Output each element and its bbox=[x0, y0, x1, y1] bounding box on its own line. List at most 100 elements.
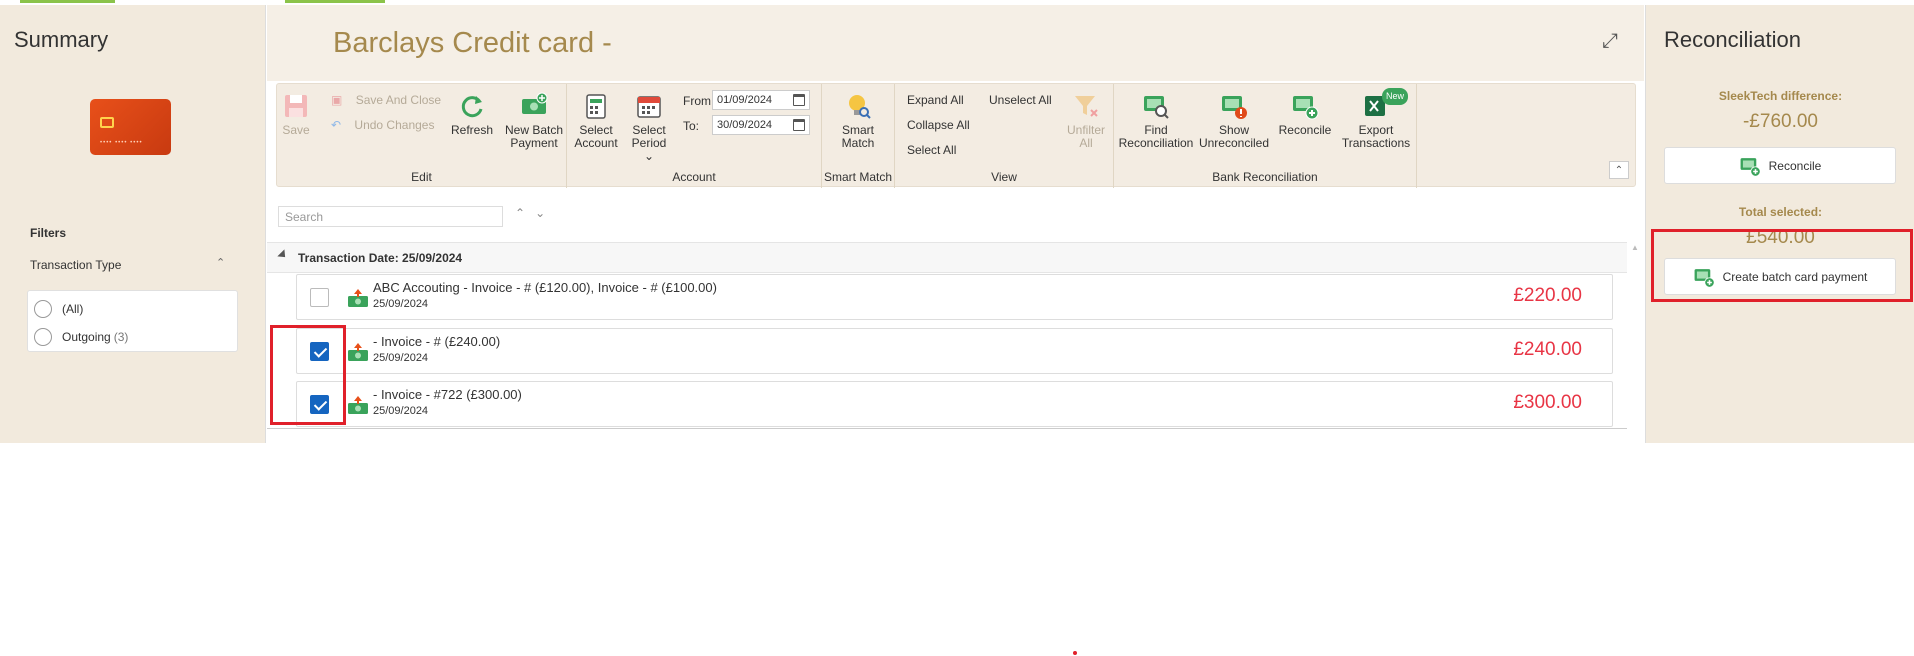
transaction-row[interactable]: - Invoice - # (£240.00) 25/09/2024 £240.… bbox=[296, 328, 1613, 374]
transaction-description: ABC Accouting - Invoice - # (£120.00), I… bbox=[373, 280, 717, 295]
refresh-icon bbox=[461, 96, 483, 118]
transaction-date: 25/09/2024 bbox=[373, 298, 429, 310]
transaction-checkbox[interactable] bbox=[310, 342, 329, 361]
to-date-input[interactable]: 30/09/2024 bbox=[712, 115, 810, 135]
transaction-type-label[interactable]: Transaction Type bbox=[30, 258, 121, 272]
unselect-all-button[interactable]: Unselect All bbox=[989, 93, 1052, 107]
reconciliation-panel: Reconciliation SleekTech difference: -£7… bbox=[1645, 5, 1914, 443]
search-input[interactable]: Search bbox=[278, 206, 503, 227]
reconcile-button[interactable]: Reconcile bbox=[1664, 147, 1896, 184]
ribbon-group-account: Select Account Select Period ⌄ From: 01/… bbox=[567, 84, 822, 188]
filter-option-label: (All) bbox=[62, 302, 84, 316]
radio-outgoing[interactable] bbox=[34, 328, 52, 346]
transaction-description: - Invoice - # (£240.00) bbox=[373, 334, 501, 349]
filter-option-count: (3) bbox=[113, 330, 129, 344]
new-batch-payment-button[interactable]: New Batch Payment bbox=[503, 92, 565, 150]
refresh-button[interactable]: Refresh bbox=[450, 92, 494, 137]
find-reconciliation-button[interactable]: Find Reconciliation bbox=[1118, 92, 1194, 150]
calendar-icon bbox=[637, 96, 661, 118]
chevron-down-icon[interactable]: ⌄ bbox=[535, 206, 555, 220]
transaction-checkbox[interactable] bbox=[310, 288, 329, 307]
transaction-amount: £300.00 bbox=[1513, 392, 1582, 413]
total-selected-value: £540.00 bbox=[1746, 227, 1815, 248]
batch-payment-icon bbox=[522, 92, 548, 114]
total-selected-label: Total selected: bbox=[1738, 205, 1823, 219]
radio-all[interactable] bbox=[34, 300, 52, 318]
transaction-row[interactable]: - Invoice - #722 (£300.00) 25/09/2024 £3… bbox=[296, 381, 1613, 427]
collapse-ribbon-button[interactable]: ⌃ bbox=[1609, 161, 1629, 179]
chevron-down-icon: ⌄ bbox=[643, 149, 655, 163]
summary-title: Summary bbox=[14, 27, 109, 52]
chevron-up-icon[interactable]: ⌃ bbox=[216, 256, 225, 269]
difference-label: SleekTech difference: bbox=[1718, 89, 1843, 103]
collapse-triangle-icon[interactable] bbox=[277, 249, 289, 261]
ribbon-group-label: Edit bbox=[411, 170, 432, 184]
transaction-row[interactable]: ABC Accouting - Invoice - # (£120.00), I… bbox=[296, 274, 1613, 320]
card-number: •••• •••• •••• bbox=[100, 140, 143, 146]
save-button[interactable]: Save bbox=[281, 92, 311, 137]
new-badge: New bbox=[1382, 88, 1409, 105]
reconcile-ribbon-button[interactable]: Reconcile bbox=[1273, 92, 1337, 137]
lightbulb-icon bbox=[849, 95, 871, 119]
ribbon-group-label: Smart Match bbox=[823, 170, 892, 184]
batch-payment-icon bbox=[1694, 268, 1715, 288]
calendar-picker-icon[interactable] bbox=[793, 119, 805, 131]
export-transactions-button[interactable]: Export Transactions New bbox=[1340, 88, 1412, 150]
show-unreconciled-button[interactable]: Show Unreconciled bbox=[1198, 92, 1270, 150]
save-and-close-button[interactable]: ▣ Save And Close bbox=[331, 93, 441, 107]
from-date-input[interactable]: 01/09/2024 bbox=[712, 90, 810, 110]
save-icon bbox=[285, 95, 307, 117]
expand-icon[interactable]: ⤢ bbox=[1602, 30, 1618, 53]
smart-match-button[interactable]: Smart Match bbox=[834, 92, 882, 150]
outgoing-payment-icon bbox=[348, 343, 368, 361]
undo-changes-button[interactable]: ↶ Undo Changes bbox=[331, 118, 434, 132]
page-title: Barclays Credit card - bbox=[333, 27, 612, 59]
outgoing-payment-icon bbox=[348, 289, 368, 307]
ribbon-group-label: Bank Reconciliation bbox=[1212, 170, 1318, 184]
unreconciled-icon bbox=[1222, 96, 1247, 119]
unfilter-all-button[interactable]: Unfilter All bbox=[1065, 92, 1107, 150]
create-batch-card-payment-button[interactable]: Create batch card payment bbox=[1664, 258, 1896, 295]
transaction-checkbox[interactable] bbox=[310, 395, 329, 414]
select-all-button[interactable]: Select All bbox=[907, 143, 956, 157]
expand-all-button[interactable]: Expand All bbox=[907, 93, 964, 107]
outgoing-payment-icon bbox=[348, 396, 368, 414]
transaction-type-filter: (All) Outgoing (3) bbox=[27, 290, 238, 352]
transaction-date: 25/09/2024 bbox=[373, 405, 429, 417]
filter-option-all[interactable]: (All) bbox=[34, 299, 83, 319]
undo-icon: ↶ bbox=[331, 118, 342, 132]
chevron-up-icon[interactable]: ⌃ bbox=[515, 206, 535, 220]
reconciliation-title: Reconciliation bbox=[1664, 27, 1801, 52]
main-panel: Barclays Credit card - ⤢ Save ▣ Save And… bbox=[267, 5, 1644, 443]
filter-option-label: Outgoing bbox=[62, 330, 111, 344]
filters-title: Filters bbox=[30, 226, 67, 240]
transaction-amount: £240.00 bbox=[1513, 339, 1582, 360]
search-navigation: ⌃⌄ bbox=[515, 206, 555, 220]
summary-panel: Summary •••• •••• •••• Filters Transacti… bbox=[0, 5, 266, 443]
credit-card-icon: •••• •••• •••• bbox=[90, 99, 171, 155]
transaction-description: - Invoice - #722 (£300.00) bbox=[373, 387, 522, 402]
tab-indicator bbox=[285, 0, 385, 3]
tab-indicator bbox=[20, 0, 115, 3]
ribbon-group-label: View bbox=[991, 170, 1017, 184]
select-period-button[interactable]: Select Period ⌄ bbox=[625, 92, 673, 163]
ribbon-group-view: Expand All Collapse All Select All Unsel… bbox=[895, 84, 1114, 188]
find-reconciliation-icon bbox=[1144, 96, 1169, 119]
scrollbar-up-arrow[interactable]: ▲ bbox=[1631, 243, 1639, 252]
collapse-all-button[interactable]: Collapse All bbox=[907, 118, 970, 132]
chevron-up-icon: ⌃ bbox=[1614, 165, 1624, 176]
transaction-group-header[interactable]: Transaction Date: 25/09/2024 bbox=[267, 242, 1627, 273]
ribbon-group-label: Account bbox=[672, 170, 716, 184]
ribbon-toolbar: Save ▣ Save And Close ↶ Undo Changes Ref… bbox=[276, 83, 1636, 188]
select-account-button[interactable]: Select Account bbox=[571, 92, 621, 150]
ribbon-group-bank-reconciliation: Find Reconciliation Show Unreconciled Re… bbox=[1114, 84, 1417, 188]
transaction-amount: £220.00 bbox=[1513, 285, 1582, 306]
account-icon bbox=[586, 94, 606, 119]
transaction-date: 25/09/2024 bbox=[373, 352, 429, 364]
from-label: From: bbox=[683, 94, 715, 108]
filter-option-outgoing[interactable]: Outgoing (3) bbox=[34, 327, 128, 347]
marker-dot bbox=[1073, 651, 1077, 655]
save-small-icon: ▣ bbox=[331, 93, 343, 107]
ribbon-group-edit: Save ▣ Save And Close ↶ Undo Changes Ref… bbox=[277, 84, 567, 188]
calendar-picker-icon[interactable] bbox=[793, 94, 805, 106]
